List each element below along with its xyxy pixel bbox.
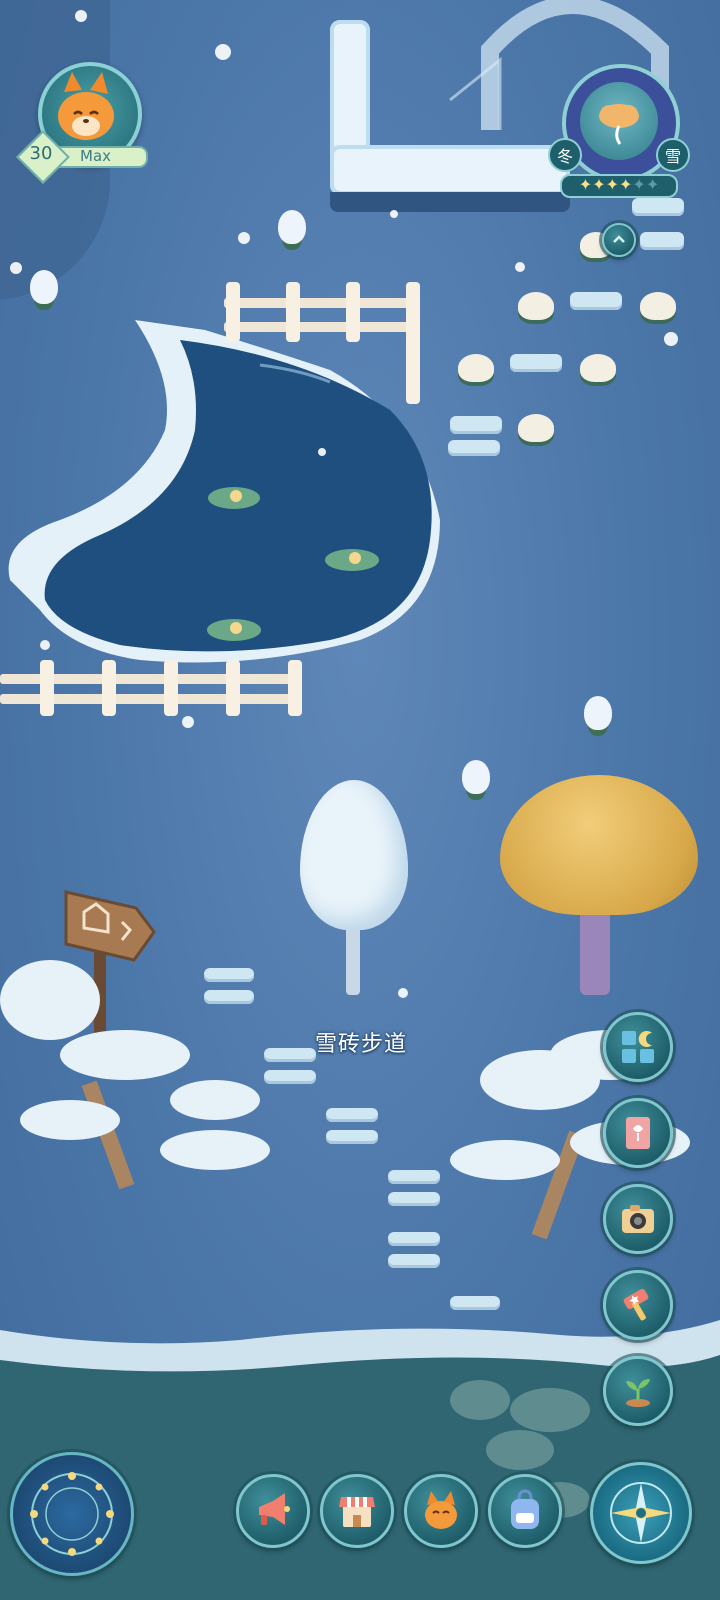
snowflake: [238, 232, 250, 244]
star-icon: ✦: [578, 175, 593, 194]
snow-brick: [388, 1192, 440, 1206]
stepping-stone: [640, 232, 684, 250]
snow-flower: [518, 414, 554, 442]
snow-brick: [204, 990, 254, 1004]
stepping-stone: [570, 292, 622, 310]
snow-brick: [264, 1070, 316, 1084]
snowflake: [75, 10, 87, 22]
season-label-right: 雪: [656, 138, 690, 172]
player-name: Max: [80, 147, 112, 165]
chevron-up-icon: [613, 235, 625, 243]
pet-button[interactable]: [404, 1474, 478, 1548]
sprout-icon: [626, 1379, 650, 1407]
store-icon: [339, 1497, 375, 1527]
compass-button[interactable]: [590, 1462, 692, 1564]
moon-phase-icon: [30, 1472, 114, 1556]
snow-flower: [518, 292, 554, 320]
star-icon: ✦: [605, 175, 619, 194]
camera-icon: [622, 1205, 654, 1233]
season-stars: ✦✦✦✦✦✦: [560, 174, 678, 198]
snow-brick: [326, 1108, 378, 1122]
signpost-sign: [64, 890, 156, 962]
white-tulip: [462, 760, 490, 794]
star-icon: ✦: [645, 175, 660, 194]
hedge-shadow: [330, 192, 570, 212]
snow-flower: [458, 354, 494, 382]
white-tulip: [278, 210, 306, 244]
snow-brick: [450, 1296, 500, 1310]
grid-moon-icon: [622, 1031, 654, 1063]
cloud-weather-icon: [599, 104, 639, 145]
hammer-star-icon: [623, 1288, 649, 1321]
menu-grid-button[interactable]: [603, 1012, 673, 1082]
snowflake: [215, 44, 231, 60]
codex-book-button[interactable]: [603, 1098, 673, 1168]
area-label: 雪砖步道: [314, 1032, 407, 1057]
shop-button[interactable]: [320, 1474, 394, 1548]
tulip-book-icon: [626, 1117, 650, 1149]
moon-dial-button[interactable]: [10, 1452, 134, 1576]
season-widget[interactable]: 冬 雪 ✦✦✦✦✦✦: [548, 60, 690, 198]
megaphone-icon: [259, 1493, 290, 1525]
white-tulip: [584, 696, 612, 730]
snowflake: [398, 988, 408, 998]
snow-flower: [640, 292, 676, 320]
season-label-left: 冬: [548, 138, 582, 172]
fox-face-icon: [425, 1491, 457, 1529]
backpack-icon: [511, 1489, 539, 1529]
snowy-tree-trunk: [346, 920, 360, 995]
expand-button[interactable]: [602, 223, 636, 257]
fence-top: [224, 282, 420, 404]
backpack-button[interactable]: [488, 1474, 562, 1548]
hammer-button[interactable]: [603, 1270, 673, 1340]
game-scene[interactable]: 雪砖步道 Max 30 冬 雪 ✦✦✦✦✦✦: [0, 0, 720, 1600]
snowflake: [40, 640, 50, 650]
stepping-stone: [450, 416, 502, 434]
stepping-stone: [510, 354, 562, 372]
sprout-button[interactable]: [603, 1356, 673, 1426]
star-icon: ✦: [619, 175, 633, 194]
announcement-button[interactable]: [236, 1474, 310, 1548]
stepping-stone: [448, 440, 500, 456]
snow-brick: [388, 1254, 440, 1268]
stepping-stone: [632, 198, 684, 216]
fence-bottom: [0, 660, 302, 716]
star-icon: ✦: [592, 175, 606, 194]
snowflake: [515, 262, 525, 272]
snowflake: [318, 448, 326, 456]
white-tulip: [30, 270, 58, 304]
snowflake: [10, 262, 22, 274]
snow-brick: [388, 1232, 440, 1246]
star-icon: ✦: [632, 175, 646, 194]
camera-button[interactable]: [603, 1184, 673, 1254]
snowflake: [182, 716, 194, 728]
snow-brick: [204, 968, 254, 982]
snowy-tree: [300, 780, 408, 930]
snow-flower: [580, 354, 616, 382]
player-level: 30: [29, 143, 53, 164]
snowy-hedge-bottom: [330, 145, 570, 195]
snowflake: [390, 210, 398, 218]
snowflake: [664, 332, 678, 346]
golden-tree: [500, 775, 698, 915]
snow-brick: [388, 1170, 440, 1184]
compass-icon: [610, 1482, 672, 1544]
fox-avatar-icon: [58, 72, 114, 140]
snow-brick: [326, 1130, 378, 1144]
